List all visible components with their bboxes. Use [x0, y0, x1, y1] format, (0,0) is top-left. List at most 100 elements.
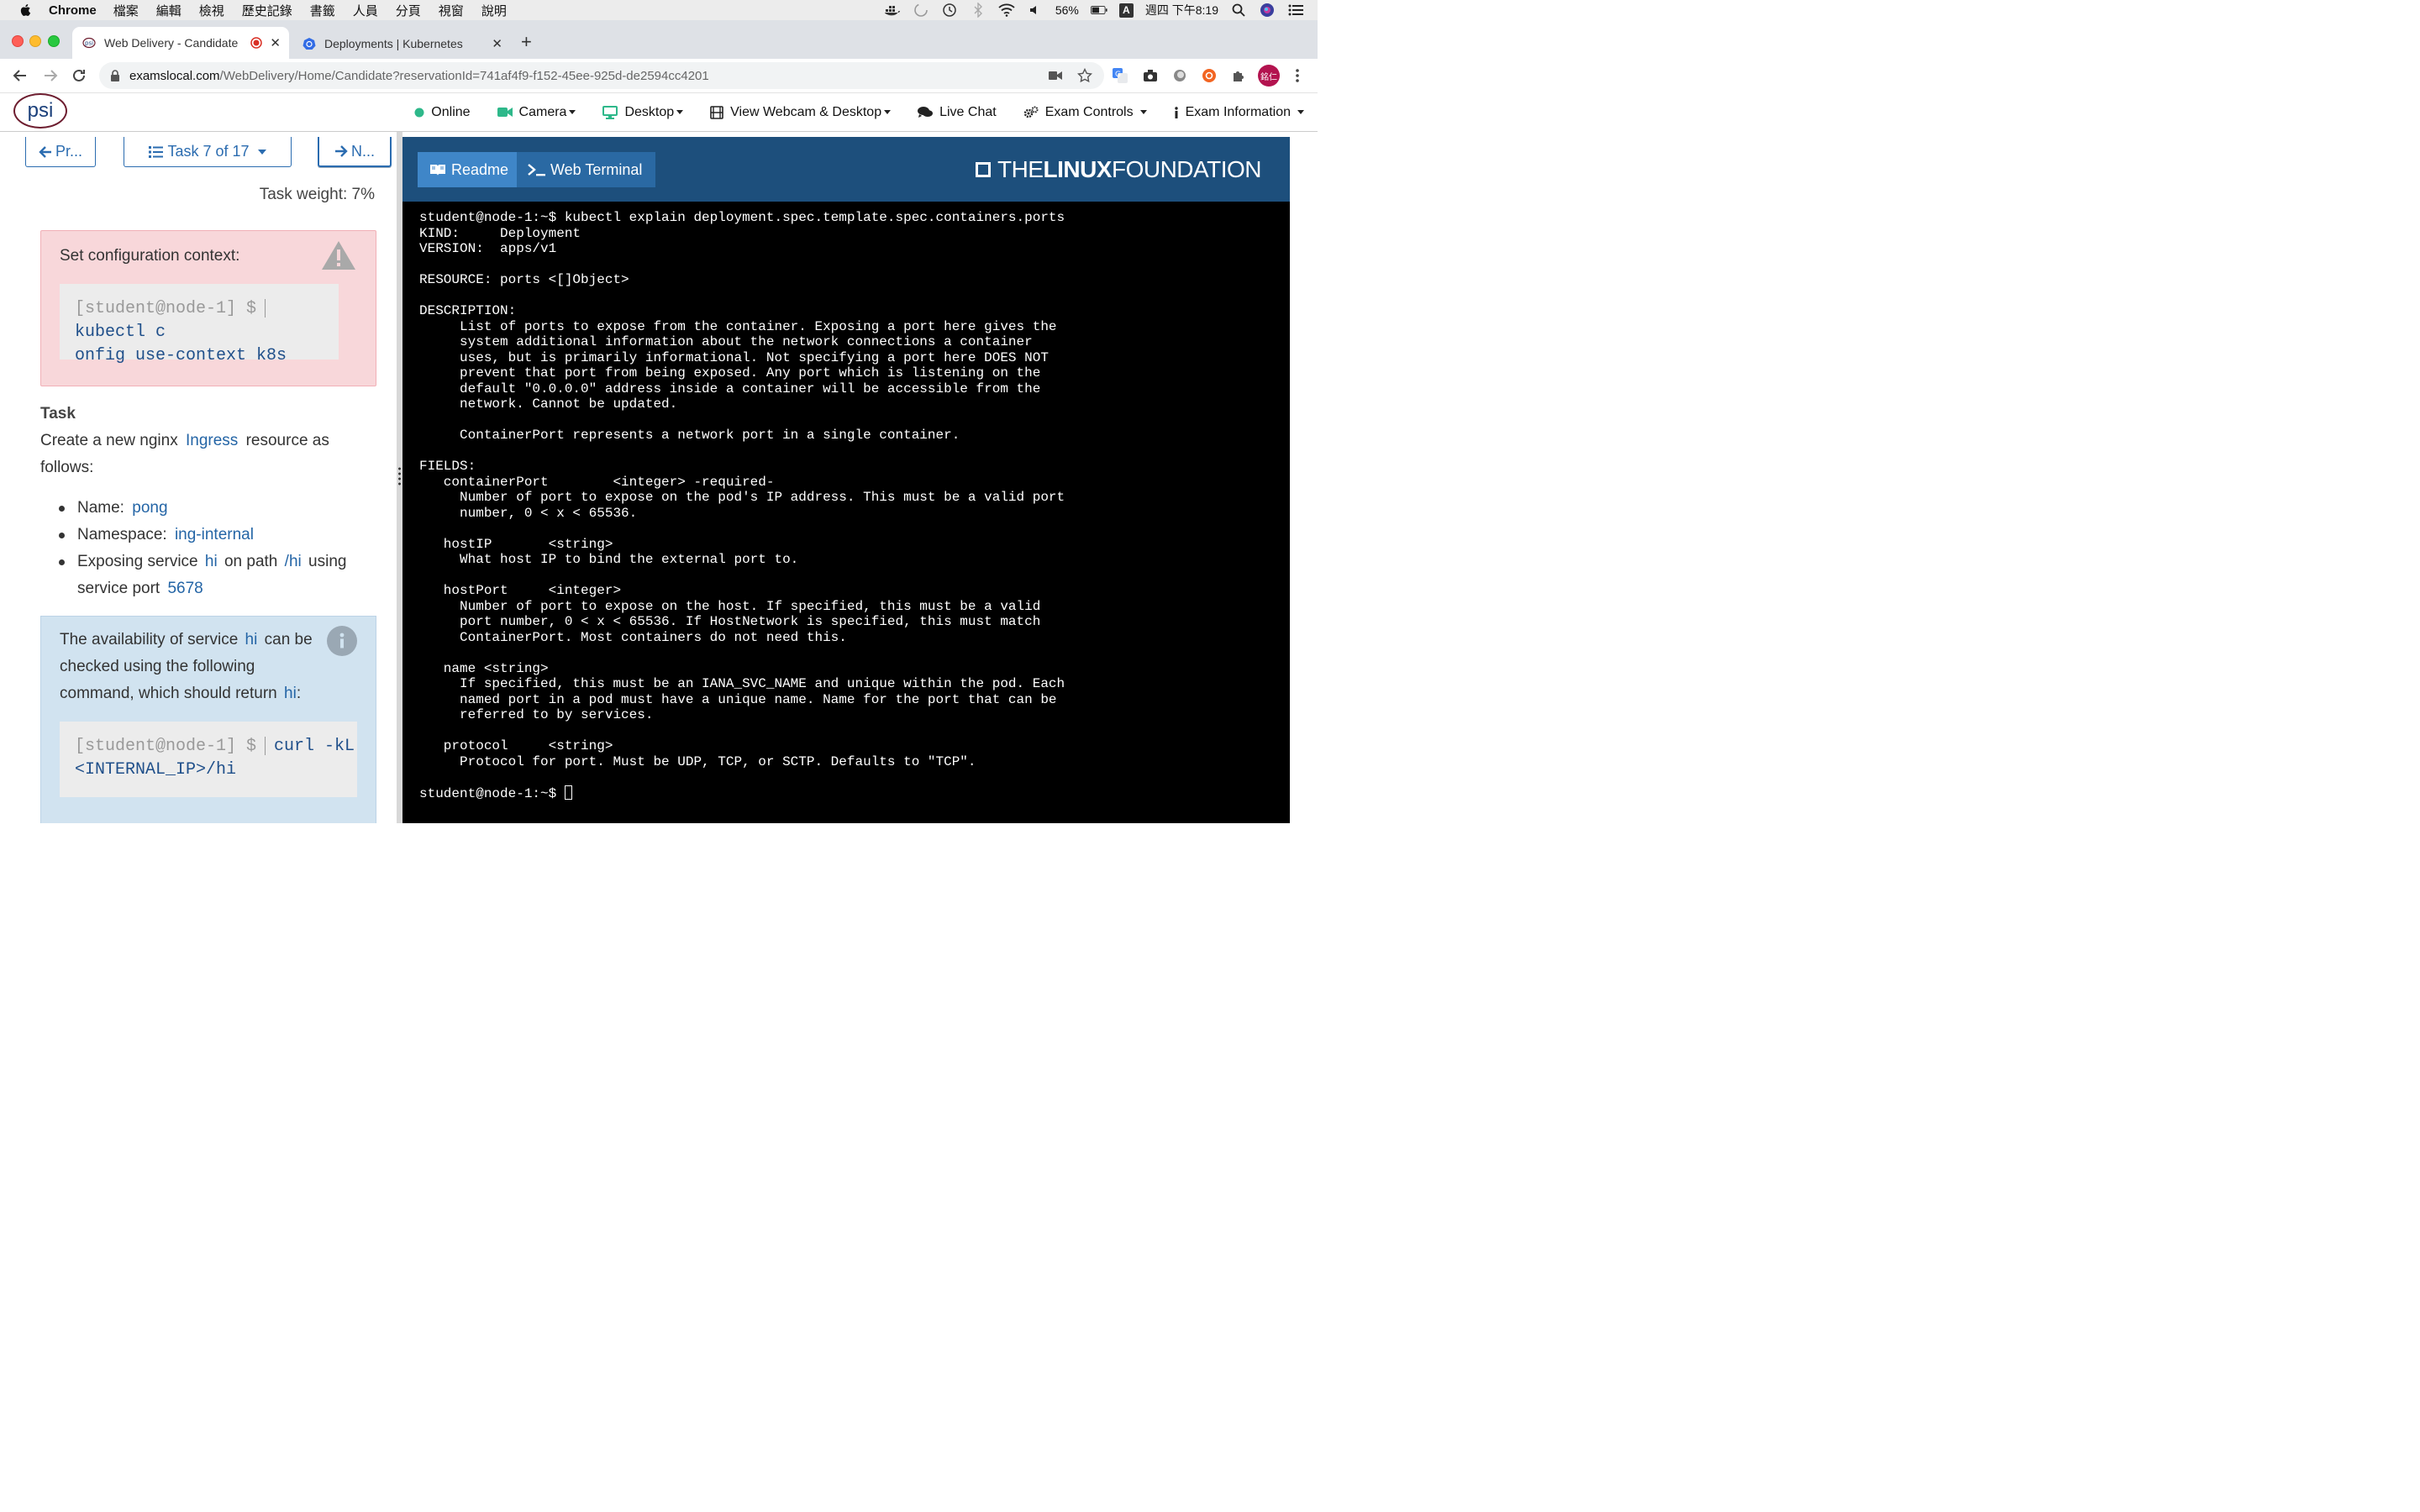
menu-people[interactable]: 人員	[353, 2, 378, 19]
context-command-line-2: onfig use-context k8s	[75, 346, 287, 365]
camera-in-use-icon[interactable]	[1049, 71, 1062, 81]
lf-square-mark	[975, 162, 991, 177]
circle-extension-icon[interactable]	[1171, 66, 1189, 85]
psi-nav: Online Camera Desktop View Webcam & Desk…	[387, 93, 1304, 131]
view-webcam-label: View Webcam & Desktop	[730, 104, 882, 119]
menu-window[interactable]: 視窗	[439, 2, 464, 19]
terminal-prompt-icon	[528, 164, 545, 176]
tab-close-icon[interactable]: ✕	[492, 36, 502, 51]
prompt-divider	[265, 736, 266, 755]
tab-kubernetes-deployments[interactable]: Deployments | Kubernetes ✕	[294, 29, 511, 59]
task-selector-dropdown[interactable]: Task 7 of 17	[124, 137, 292, 167]
exam-controls-label: Exam Controls	[1044, 104, 1134, 119]
window-minimize-button[interactable]	[29, 35, 41, 47]
exam-controls-menu[interactable]: Exam Controls	[1023, 105, 1147, 120]
psi-favicon-icon: psi	[82, 37, 96, 49]
exam-information-menu[interactable]: Exam Information	[1174, 105, 1304, 120]
notification-center-icon[interactable]	[1287, 3, 1304, 18]
panel-splitter[interactable]	[397, 132, 402, 823]
terminal-prompt: student@node-1:~$	[419, 785, 565, 801]
battery-icon[interactable]	[1090, 3, 1107, 18]
ingress-keyword: Ingress	[186, 432, 239, 449]
readme-tab[interactable]: Readme	[418, 152, 517, 187]
desktop-menu[interactable]: Desktop	[602, 105, 684, 120]
online-status: Online	[414, 104, 471, 120]
menu-file[interactable]: 檔案	[113, 2, 139, 19]
prompt-divider	[265, 298, 266, 318]
menu-view[interactable]: 檢視	[199, 2, 224, 19]
terminal-cursor[interactable]	[564, 785, 572, 800]
item-label: Name:	[77, 499, 124, 517]
tab-title: Deployments | Kubernetes	[324, 37, 463, 50]
input-source-icon[interactable]: A	[1118, 3, 1134, 18]
info-circle-icon	[327, 626, 357, 656]
macos-menubar: Chrome 檔案 編輯 檢視 歷史記錄 書籤 人員 分頁 視窗 說明 56% …	[0, 0, 1318, 20]
live-chat-label: Live Chat	[939, 104, 997, 119]
new-tab-icon[interactable]: +	[521, 32, 532, 52]
previous-task-button[interactable]: Pr...	[25, 137, 96, 167]
task-counter: Task 7 of 17	[167, 143, 250, 160]
menu-bookmarks[interactable]: 書籤	[310, 2, 335, 19]
time-machine-icon[interactable]	[941, 3, 958, 18]
volume-icon[interactable]	[1027, 3, 1044, 18]
menu-history[interactable]: 歷史記錄	[242, 2, 292, 19]
google-translate-extension-icon[interactable]: G	[1111, 66, 1129, 85]
menu-app-name[interactable]: Chrome	[49, 3, 97, 18]
drag-handle-icon[interactable]	[397, 466, 402, 486]
apple-icon[interactable]	[18, 3, 34, 18]
menu-edit[interactable]: 編輯	[156, 2, 182, 19]
spotlight-search-icon[interactable]	[1230, 3, 1247, 18]
service-name: hi	[245, 631, 258, 648]
wifi-icon[interactable]	[998, 3, 1015, 18]
docker-icon[interactable]	[884, 3, 901, 18]
online-label: Online	[431, 104, 471, 119]
window-close-button[interactable]	[12, 35, 24, 47]
curl-command-block[interactable]: [student@node-1] $ curl -kL <INTERNAL_IP>…	[60, 722, 357, 797]
bookmark-star-icon[interactable]	[1077, 68, 1092, 83]
window-maximize-button[interactable]	[48, 35, 60, 47]
profile-avatar[interactable]: 銘仁	[1258, 65, 1280, 87]
task-requirements-list: Name: pong Namespace: ing-internal Expos…	[40, 495, 385, 602]
web-terminal-tab[interactable]: Web Terminal	[517, 152, 655, 187]
menu-help[interactable]: 說明	[481, 2, 507, 19]
menubar-clock[interactable]: 週四 下午8:19	[1145, 2, 1218, 18]
chevron-down-icon	[1297, 110, 1304, 114]
next-task-button[interactable]: N...	[318, 137, 392, 167]
live-chat-button[interactable]: Live Chat	[918, 105, 997, 120]
extensions-puzzle-icon[interactable]	[1229, 66, 1248, 85]
menubar-status-area: 56% A 週四 下午8:19	[884, 0, 1304, 20]
exam-information-label: Exam Information	[1185, 104, 1291, 119]
list-item: Exposing service hi on path /hi using se…	[40, 549, 385, 602]
url-text: examslocal.com/WebDelivery/Home/Candidat…	[129, 69, 709, 83]
recording-indicator-icon	[250, 37, 262, 49]
reload-icon[interactable]	[69, 66, 89, 86]
expected-output: hi	[284, 685, 297, 702]
camera-label: Camera	[518, 104, 567, 119]
browser-menu-icon[interactable]	[1288, 66, 1307, 85]
address-bar[interactable]: examslocal.com/WebDelivery/Home/Candidat…	[99, 62, 1104, 89]
view-webcam-desktop-menu[interactable]: View Webcam & Desktop	[710, 104, 892, 120]
online-dot-icon	[414, 108, 424, 117]
siri-icon[interactable]	[1259, 3, 1276, 18]
tab-close-icon[interactable]: ✕	[270, 35, 281, 50]
menu-tab[interactable]: 分頁	[396, 2, 421, 19]
next-task-label: N...	[350, 142, 375, 160]
web-terminal[interactable]: student@node-1:~$ kubectl explain deploy…	[402, 202, 1290, 823]
back-icon[interactable]	[10, 66, 30, 86]
gears-icon	[1023, 106, 1039, 118]
ingress-path: /hi	[284, 553, 302, 570]
linux-foundation-header: Readme Web Terminal THE LINUX FOUNDATION	[402, 137, 1290, 202]
terminal-output: student@node-1:~$ kubectl explain deploy…	[419, 210, 1065, 769]
list-item: Name: pong	[40, 495, 385, 522]
tab-web-delivery[interactable]: psi Web Delivery - Candidate ✕	[72, 27, 289, 59]
screen: Chrome 檔案 編輯 檢視 歷史記錄 書籤 人員 分頁 視窗 說明 56% …	[0, 0, 1318, 823]
sync-status-icon[interactable]	[913, 3, 929, 18]
camera-menu[interactable]: Camera	[497, 105, 576, 120]
context-command-block[interactable]: [student@node-1] $ kubectl c onfig use-co…	[60, 284, 339, 365]
forward-icon[interactable]	[40, 66, 60, 86]
lock-icon[interactable]	[110, 70, 120, 81]
task-intro-text: Create a new nginx	[40, 432, 178, 449]
bluetooth-icon[interactable]	[970, 3, 986, 18]
screen-recorder-extension-icon[interactable]	[1141, 66, 1160, 85]
orange-extension-icon[interactable]	[1200, 66, 1218, 85]
